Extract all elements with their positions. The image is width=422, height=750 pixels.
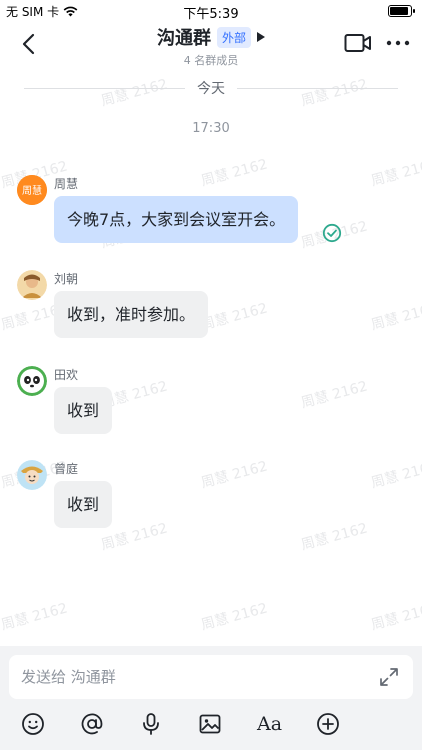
read-receipt-icon[interactable]: [322, 223, 342, 243]
chat-area[interactable]: 周慧 2162 周慧 2162 周慧 2162 周慧 2162 周慧 2162 …: [0, 66, 422, 646]
battery-fill: [390, 7, 408, 15]
sender-name: 刘朝: [54, 272, 79, 286]
message-bubble[interactable]: 收到: [54, 387, 113, 434]
avatar[interactable]: [17, 460, 47, 490]
expand-icon[interactable]: [379, 667, 399, 687]
divider-line: [237, 87, 398, 89]
time-stamp: 17:30: [192, 121, 230, 136]
text-format-icon[interactable]: Aa: [257, 712, 283, 736]
day-label: 今天: [197, 81, 225, 97]
message-input[interactable]: [21, 665, 361, 689]
message-input-box[interactable]: [9, 655, 413, 699]
group-title: 沟通群: [156, 28, 211, 49]
avatar[interactable]: [17, 366, 47, 396]
mention-icon[interactable]: [80, 712, 104, 736]
status-time: 下午5:39: [183, 7, 239, 22]
sender-name: 曾庭: [54, 462, 79, 476]
cartoon-avatar-icon: [17, 460, 47, 490]
message-bubble[interactable]: 收到，准时参加。: [54, 291, 209, 338]
video-call-icon[interactable]: [344, 32, 372, 54]
avatar-text: 周慧: [22, 184, 42, 197]
battery-icon: [388, 5, 415, 17]
status-bar: 无 SIM 卡 下午5:39: [0, 0, 422, 22]
emoji-icon[interactable]: [21, 712, 45, 736]
more-icon[interactable]: [386, 34, 410, 52]
sender-name: 田欢: [54, 368, 79, 382]
composer: Aa: [0, 646, 422, 750]
divider-line: [24, 87, 185, 89]
panda-avatar-icon: [17, 366, 47, 396]
message-bubble[interactable]: 收到: [54, 481, 113, 528]
avatar[interactable]: [17, 270, 47, 300]
image-icon[interactable]: [198, 712, 222, 736]
day-divider: 今天: [24, 78, 398, 98]
title-row: 沟通群 外部: [157, 24, 265, 50]
user-photo-icon: [17, 270, 47, 300]
avatar[interactable]: 周慧: [17, 175, 47, 205]
sender-name: 周慧: [54, 177, 79, 191]
chat-header: 沟通群 外部 4 名群成员: [0, 22, 422, 67]
play-triangle-icon: [257, 32, 265, 42]
add-icon[interactable]: [316, 712, 340, 736]
external-badge: 外部: [216, 26, 251, 48]
status-right: [388, 5, 415, 17]
microphone-icon[interactable]: [139, 712, 163, 736]
avatar-text-icon: 周慧: [17, 175, 47, 205]
chat-background: [0, 66, 422, 646]
message-bubble[interactable]: 今晚7点，大家到会议室开会。: [54, 196, 299, 243]
